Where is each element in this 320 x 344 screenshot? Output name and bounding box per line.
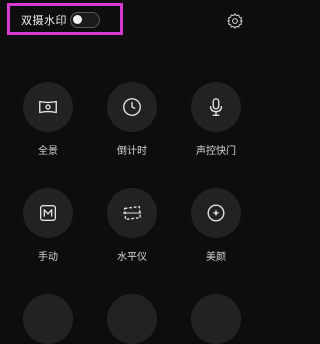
mode-button[interactable] [107, 188, 157, 238]
mode-label: 水平仪 [117, 252, 147, 263]
mode-label: 美颜 [206, 252, 226, 263]
panorama-icon [39, 100, 57, 114]
beauty-icon [207, 204, 225, 222]
timer-icon [123, 98, 141, 116]
mode-button-partial[interactable] [107, 294, 157, 344]
mode-beauty[interactable]: 美颜 [186, 188, 246, 263]
level-icon [122, 205, 142, 221]
mode-button[interactable] [191, 188, 241, 238]
mode-voice-shutter[interactable]: 声控快门 [186, 82, 246, 157]
mode-button-partial[interactable] [191, 294, 241, 344]
mode-button[interactable] [191, 82, 241, 132]
manual-m-icon [39, 204, 57, 222]
mode-manual[interactable]: 手动 [18, 188, 78, 263]
microphone-icon [209, 98, 223, 116]
mode-button[interactable] [107, 82, 157, 132]
toggle-knob [73, 15, 82, 24]
mode-label: 声控快门 [196, 146, 236, 157]
dual-watermark-label: 双摄水印 [21, 14, 67, 27]
mode-countdown[interactable]: 倒计时 [102, 82, 162, 157]
gear-icon[interactable] [226, 12, 244, 30]
mode-button[interactable] [23, 82, 73, 132]
mode-panorama[interactable]: 全景 [18, 82, 78, 157]
mode-label: 全景 [38, 146, 58, 157]
dual-watermark-toggle[interactable] [70, 12, 100, 28]
mode-level[interactable]: 水平仪 [102, 188, 162, 263]
mode-button[interactable] [23, 188, 73, 238]
mode-label: 手动 [38, 252, 58, 263]
mode-label: 倒计时 [117, 146, 147, 157]
top-bar: 双摄水印 [0, 0, 259, 40]
mode-button-partial[interactable] [23, 294, 73, 344]
